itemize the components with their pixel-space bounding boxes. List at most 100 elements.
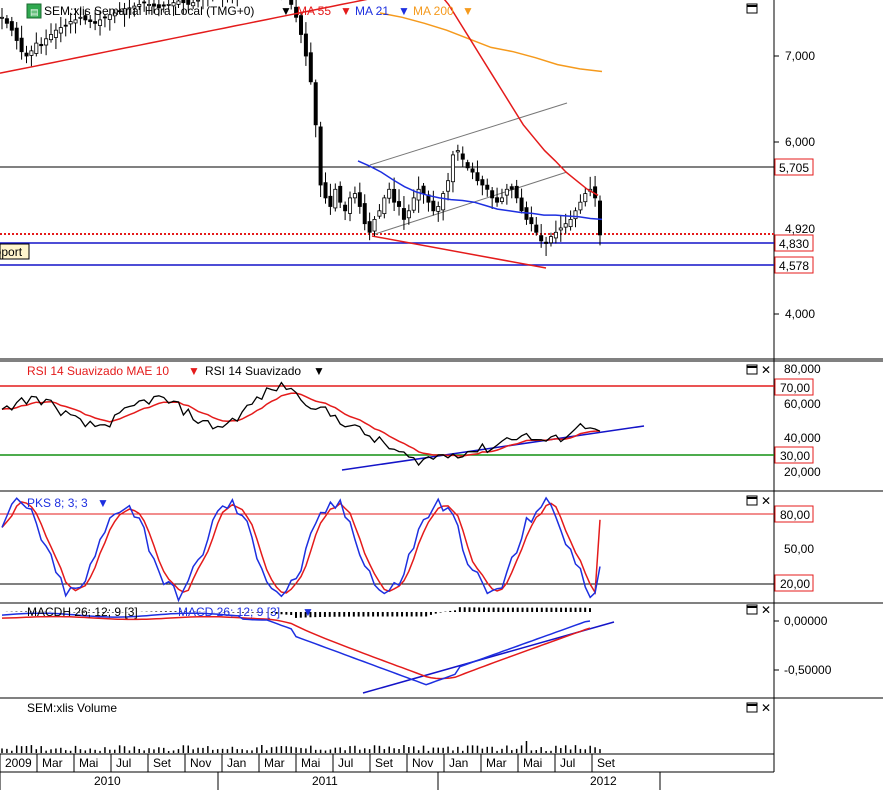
candle (44, 29, 49, 56)
candle (455, 144, 460, 161)
pks-panel[interactable]: PKS 8; 3; 3 ▼ ✕ (0, 494, 774, 603)
month-label: Nov (190, 756, 211, 770)
candle (343, 201, 348, 221)
ticker-badge-glyph: ▤ (30, 7, 39, 17)
candle (49, 23, 54, 43)
channel-upper-line[interactable] (369, 102, 568, 166)
pks-box-80-label: 80,00 (780, 508, 810, 522)
rsi-legend[interactable]: RSI 14 Suavizado (205, 364, 301, 378)
candle (14, 22, 19, 50)
pks-axis: 50,00 80,00 20,00 (774, 505, 814, 592)
candle (338, 181, 343, 209)
chart-svg: ▤ SEM:xlis Semanal Hora Local (TMG+0) ▼ … (0, 0, 883, 790)
macd-close-icon[interactable]: ✕ (761, 603, 771, 617)
candle (485, 178, 490, 197)
price-panel[interactable]: ▤ SEM:xlis Semanal Hora Local (TMG+0) ▼ … (0, 0, 774, 269)
macd-dropdown-icon[interactable]: ▼ (302, 605, 314, 619)
rsi-mae-line[interactable] (1, 392, 600, 457)
candle (495, 187, 500, 207)
month-label: Mar (486, 756, 507, 770)
candle (308, 42, 313, 85)
candle (426, 190, 431, 212)
candle (436, 201, 441, 222)
candle (357, 182, 362, 214)
price-box-support-b-label: 4,578 (779, 259, 809, 273)
ma21-legend[interactable]: MA 21 (355, 4, 389, 18)
candle (397, 189, 402, 216)
candle (480, 175, 485, 196)
candle (504, 183, 509, 205)
pks-legend[interactable]: PKS 8; 3; 3 (27, 496, 88, 510)
price-box-support-a-label: 4,830 (779, 237, 809, 251)
chart-window: ▤ SEM:xlis Semanal Hora Local (TMG+0) ▼ … (0, 0, 883, 790)
candle (534, 216, 539, 236)
candle (387, 182, 392, 204)
pks-k-line[interactable] (1, 496, 601, 603)
candle (490, 186, 495, 209)
year-label: 2011 (312, 774, 338, 788)
ticker-label[interactable]: SEM:xlis Semanal Hora Local (TMG+0) (44, 4, 254, 18)
month-label: Jan (227, 756, 246, 770)
month-label: Set (375, 756, 394, 770)
candle (303, 22, 308, 66)
candle (588, 176, 593, 197)
rsi-close-icon[interactable]: ✕ (761, 363, 771, 377)
ma200-legend[interactable]: MA 200 (413, 4, 454, 18)
macd-signal-line[interactable] (1, 612, 591, 686)
candle (348, 191, 353, 222)
candle (377, 204, 382, 219)
pks-tick-50: 50,00 (784, 542, 814, 556)
candle (411, 189, 416, 214)
pks-close-icon[interactable]: ✕ (761, 494, 771, 508)
falling-support-red-line[interactable] (371, 235, 547, 269)
rsi-panel[interactable]: RSI 14 Suavizado MAE 10 ▼ RSI 14 Suaviza… (0, 363, 774, 471)
candle (558, 215, 563, 242)
month-label: Set (153, 756, 172, 770)
rsi-axis: 80,000 60,000 40,000 20,000 70,00 30,00 (774, 362, 821, 479)
candle (63, 18, 68, 37)
price-candles (0, 0, 603, 256)
volume-legend[interactable]: SEM:xlis Volume (27, 701, 117, 715)
candle (367, 212, 372, 241)
ma200-line[interactable] (379, 12, 603, 73)
rsi-dropdown-icon[interactable]: ▼ (313, 364, 325, 378)
candle (58, 16, 63, 43)
candle (406, 204, 411, 225)
month-label: Mai (523, 756, 542, 770)
ma55-legend[interactable]: MA 55 (297, 4, 331, 18)
candle (416, 176, 421, 213)
macd-tick-neg05: -0,50000 (784, 663, 832, 677)
candle (568, 210, 573, 231)
macd-line[interactable] (1, 615, 591, 680)
volume-panel[interactable]: SEM:xlis Volume ✕ (1, 701, 771, 753)
volume-close-icon[interactable]: ✕ (761, 701, 771, 715)
candle (231, 0, 233, 4)
candle (4, 15, 9, 29)
macd-panel[interactable]: MACDH 26; 12; 9 [3] MACD 26; 12; 9 [3] ▼… (1, 603, 771, 694)
support-label: Support (0, 245, 23, 259)
ma200-dropdown-icon[interactable]: ▼ (462, 4, 474, 18)
price-tick-6000: 6,000 (785, 135, 815, 149)
rsi-mae-dropdown-icon[interactable]: ▼ (188, 364, 200, 378)
macdh-legend[interactable]: MACDH 26; 12; 9 [3] (27, 605, 138, 619)
month-label: Jul (560, 756, 575, 770)
candle (333, 183, 338, 212)
macd-axis: 0,00000 -0,50000 (774, 614, 832, 677)
candle (460, 146, 465, 168)
candle (53, 23, 58, 50)
candle (544, 236, 549, 256)
pks-d-line[interactable] (1, 501, 601, 595)
ma21-dropdown-icon[interactable]: ▼ (398, 4, 410, 18)
month-label: Nov (412, 756, 433, 770)
year-label: 2010 (94, 774, 121, 788)
rsi-box-70-label: 70,00 (780, 381, 810, 395)
ma55-dropdown-icon[interactable]: ▼ (340, 4, 352, 18)
month-label: Mar (264, 756, 285, 770)
candle (226, 0, 228, 3)
rsi-mae-legend[interactable]: RSI 14 Suavizado MAE 10 (27, 364, 169, 378)
ticker-dropdown-icon[interactable]: ▼ (280, 4, 292, 18)
candle (446, 172, 451, 201)
rsi-tick-60: 60,000 (784, 397, 821, 411)
pks-dropdown-icon[interactable]: ▼ (97, 496, 109, 510)
macd-legend[interactable]: MACD 26; 12; 9 [3] (178, 605, 280, 619)
